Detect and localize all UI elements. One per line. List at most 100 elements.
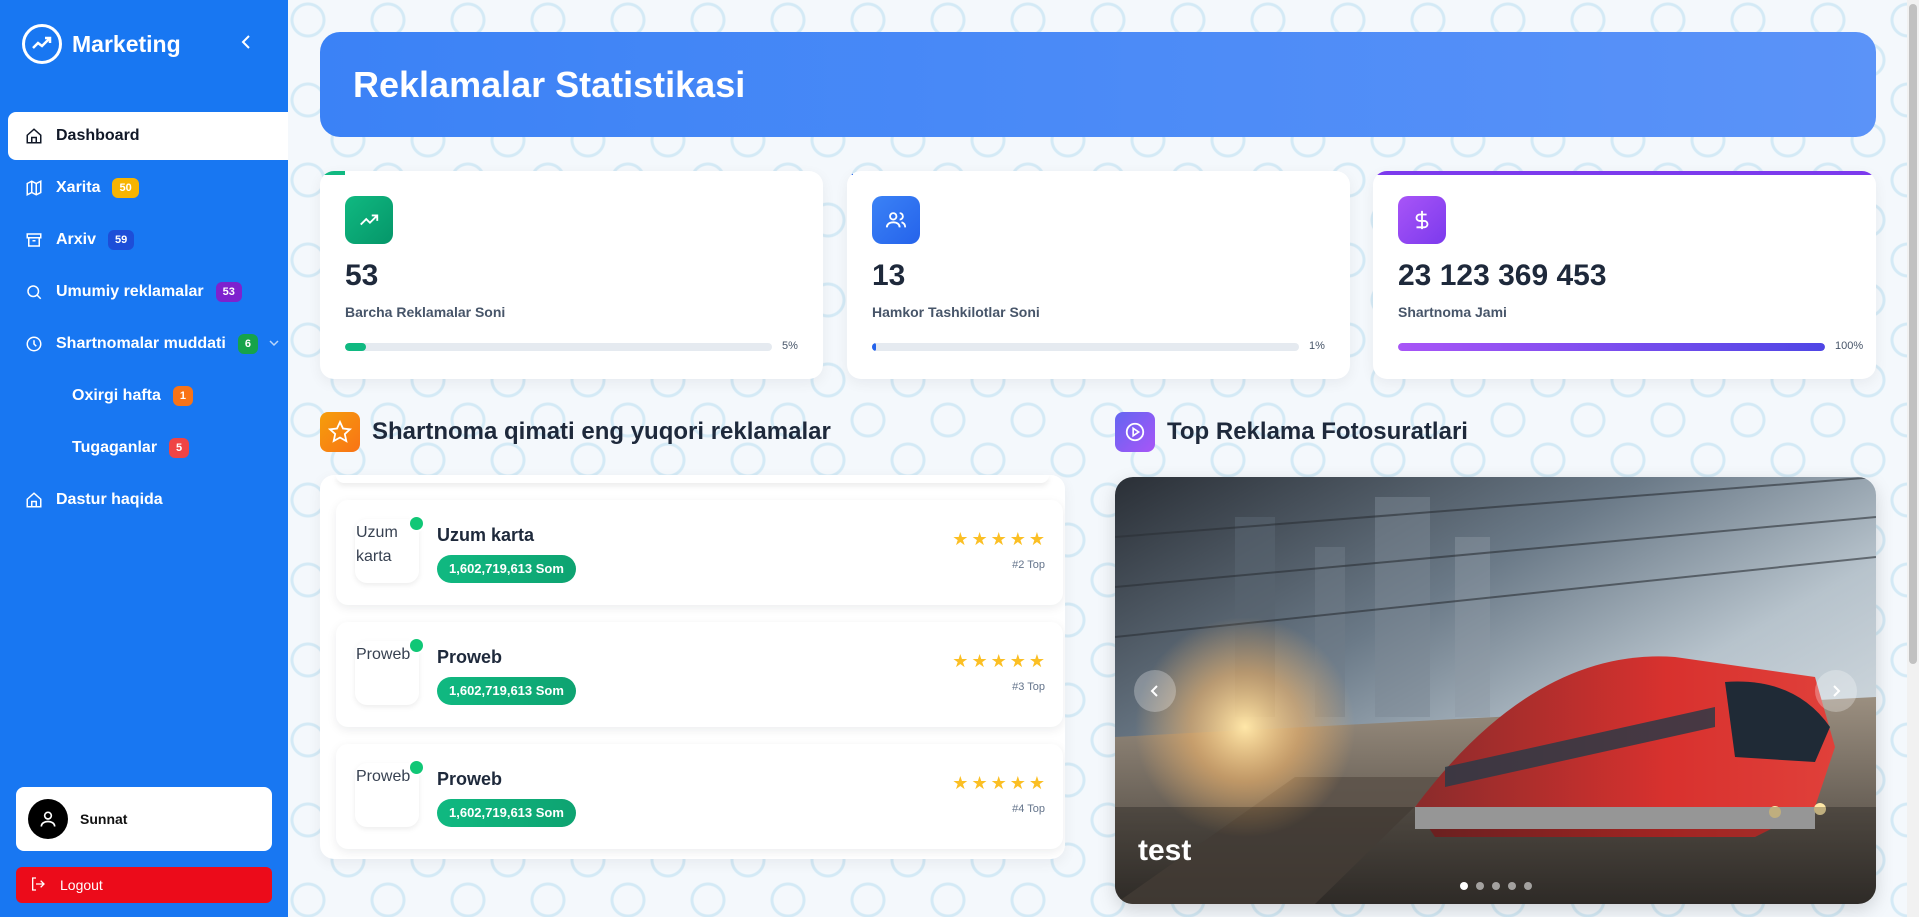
clock-icon bbox=[24, 334, 44, 354]
star-icon: ★ bbox=[1028, 651, 1045, 671]
brand[interactable]: Marketing bbox=[22, 24, 181, 64]
list-item-partial bbox=[336, 475, 1049, 483]
train-photo bbox=[1115, 477, 1876, 904]
rating-stars: ★ ★ ★ ★ ★ bbox=[952, 529, 1045, 550]
star-icon: ★ bbox=[1009, 529, 1026, 549]
stat-accent-line bbox=[320, 171, 346, 175]
carousel-indicators bbox=[1460, 882, 1532, 890]
main-content: Reklamalar Statistikasi 53 Barcha Reklam… bbox=[288, 0, 1919, 917]
count-badge: 50 bbox=[112, 178, 139, 198]
chevron-right-icon bbox=[1833, 685, 1841, 697]
item-name: Uzum karta bbox=[437, 525, 535, 545]
sidebar-item-dashboard[interactable]: Dashboard bbox=[8, 112, 288, 160]
trending-up-icon bbox=[345, 196, 393, 244]
app-title: Marketing bbox=[72, 30, 181, 57]
count-badge: 6 bbox=[237, 334, 258, 354]
carousel-caption: test bbox=[1138, 834, 1192, 867]
star-icon: ★ bbox=[971, 773, 988, 793]
sidebar-item-label: Dastur haqida bbox=[56, 491, 163, 508]
carousel-next-button[interactable] bbox=[1815, 670, 1857, 712]
rank-label: #4 Top bbox=[1012, 803, 1045, 815]
sidebar-item-arxiv[interactable]: Arxiv 59 bbox=[8, 216, 288, 264]
item-name: Proweb bbox=[437, 647, 503, 667]
sidebar-item-label: Tugaganlar bbox=[72, 439, 158, 456]
carousel-dot[interactable] bbox=[1508, 882, 1516, 890]
home-icon bbox=[24, 126, 44, 146]
home-icon bbox=[24, 490, 44, 510]
stat-label: Hamkor Tashkilotlar Soni bbox=[872, 304, 1040, 320]
avatar bbox=[28, 799, 68, 839]
stat-progress-bar bbox=[345, 343, 772, 351]
star-icon: ★ bbox=[1028, 529, 1045, 549]
list-item[interactable]: Proweb Proweb 1,602,719,613 Som ★ ★ ★ ★ ★ #4… bbox=[336, 744, 1063, 849]
scrollbar-thumb[interactable] bbox=[1909, 4, 1917, 664]
star-icon: ★ bbox=[952, 773, 969, 793]
carousel-dot[interactable] bbox=[1492, 882, 1500, 890]
star-icon: ★ bbox=[990, 529, 1007, 549]
stat-card-shartnoma: 23 123 369 453 Shartnoma Jami 100% bbox=[1373, 171, 1876, 379]
section-title: Shartnoma qimati eng yuqori reklamalar bbox=[372, 418, 831, 445]
sidebar-item-label: Shartnomalar muddati bbox=[56, 335, 226, 352]
section-title: Top Reklama Fotosuratlari bbox=[1167, 418, 1468, 445]
stat-accent-line bbox=[1373, 171, 1876, 175]
star-icon: ★ bbox=[990, 773, 1007, 793]
users-icon bbox=[872, 196, 920, 244]
carousel-dot[interactable] bbox=[1476, 882, 1484, 890]
chevron-left-icon bbox=[1150, 685, 1158, 697]
sidebar-nav: Dashboard Xarita 50 Arxiv 59 Umumiy rekl… bbox=[8, 112, 288, 528]
star-icon: ★ bbox=[1009, 773, 1026, 793]
sidebar-item-tugaganlar[interactable]: Tugaganlar 5 bbox=[8, 424, 288, 472]
stat-value: 53 bbox=[345, 259, 379, 292]
star-icon: ★ bbox=[952, 651, 969, 671]
list-item[interactable]: Proweb Proweb 1,602,719,613 Som ★ ★ ★ ★ ★ #3… bbox=[336, 622, 1063, 727]
logout-label: Logout bbox=[60, 877, 103, 893]
stat-label: Shartnoma Jami bbox=[1398, 304, 1507, 320]
dollar-icon bbox=[1398, 196, 1446, 244]
sidebar-item-xarita[interactable]: Xarita 50 bbox=[8, 164, 288, 212]
section-header-top-list: Shartnoma qimati eng yuqori reklamalar bbox=[320, 412, 831, 452]
status-dot bbox=[408, 637, 425, 654]
star-icon: ★ bbox=[990, 651, 1007, 671]
sidebar-item-shartnomalar-muddati[interactable]: Shartnomalar muddati 6 bbox=[8, 320, 288, 368]
sidebar-item-label: Oxirgi hafta bbox=[72, 387, 161, 404]
chevron-down-icon[interactable] bbox=[268, 336, 280, 354]
rating-stars: ★ ★ ★ ★ ★ bbox=[952, 773, 1045, 794]
stat-progress-bar bbox=[1398, 343, 1825, 351]
logout-button[interactable]: Logout bbox=[16, 867, 272, 903]
sidebar-item-oxirgi-hafta[interactable]: Oxirgi hafta 1 bbox=[8, 372, 288, 420]
list-item[interactable]: Uzum karta Uzum karta 1,602,719,613 Som … bbox=[336, 500, 1063, 605]
scrollbar[interactable] bbox=[1907, 0, 1919, 917]
play-circle-icon bbox=[1115, 412, 1155, 452]
user-card[interactable]: Sunnat bbox=[16, 787, 272, 851]
stat-percent: 100% bbox=[1835, 340, 1864, 352]
count-badge: 59 bbox=[108, 230, 135, 250]
section-header-photos: Top Reklama Fotosuratlari bbox=[1115, 412, 1468, 452]
count-badge: 5 bbox=[169, 438, 190, 458]
user-name: Sunnat bbox=[80, 811, 128, 827]
item-name: Proweb bbox=[437, 769, 503, 789]
carousel-prev-button[interactable] bbox=[1134, 670, 1176, 712]
user-icon bbox=[40, 811, 56, 827]
star-icon bbox=[320, 412, 360, 452]
stat-accent-line bbox=[847, 171, 853, 175]
star-icon: ★ bbox=[971, 529, 988, 549]
status-dot bbox=[408, 759, 425, 776]
sidebar-item-label: Dashboard bbox=[56, 127, 140, 144]
carousel-dot[interactable] bbox=[1460, 882, 1468, 890]
sidebar-item-label: Umumiy reklamalar bbox=[56, 283, 204, 300]
collapse-sidebar-icon[interactable] bbox=[234, 30, 258, 54]
sidebar: Marketing Dashboard Xarita 50 Arxiv 59 U… bbox=[0, 0, 288, 917]
price-badge: 1,602,719,613 Som bbox=[437, 555, 576, 583]
sidebar-item-dastur-haqida[interactable]: Dastur haqida bbox=[8, 476, 288, 524]
page-title: Reklamalar Statistikasi bbox=[353, 63, 746, 105]
search-icon bbox=[24, 282, 44, 302]
sidebar-item-umumiy-reklamalar[interactable]: Umumiy reklamalar 53 bbox=[8, 268, 288, 316]
star-icon: ★ bbox=[952, 529, 969, 549]
star-icon: ★ bbox=[971, 651, 988, 671]
archive-icon bbox=[24, 230, 44, 250]
carousel-dot[interactable] bbox=[1524, 882, 1532, 890]
page-header: Reklamalar Statistikasi bbox=[320, 32, 1876, 137]
star-icon: ★ bbox=[1009, 651, 1026, 671]
photo-carousel[interactable]: test bbox=[1115, 477, 1876, 904]
sidebar-item-label: Xarita bbox=[56, 179, 101, 196]
